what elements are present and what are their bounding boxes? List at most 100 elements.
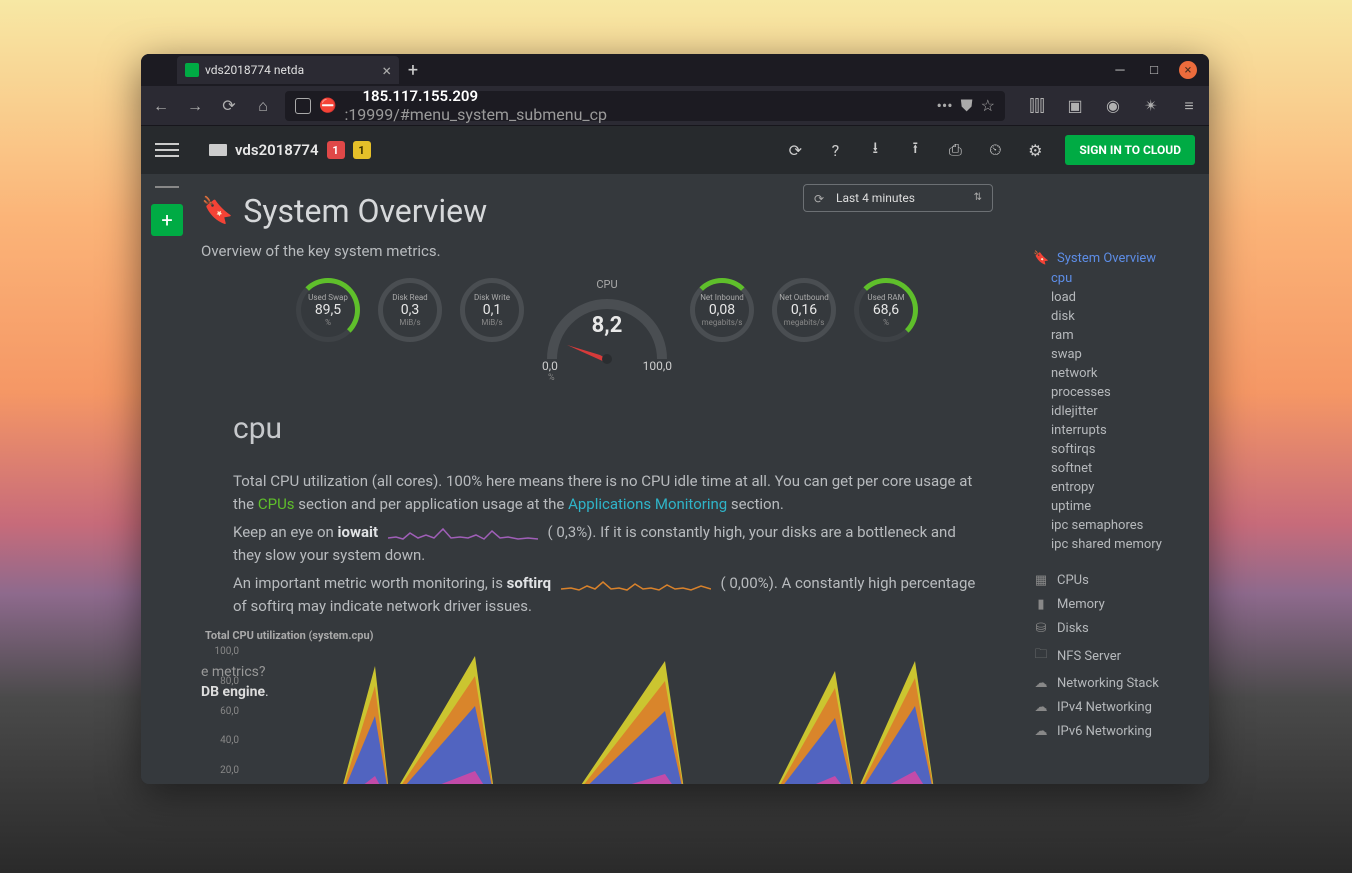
download-icon[interactable]: ⭳	[865, 140, 885, 160]
sidebar-sub-network[interactable]: network	[1029, 364, 1201, 383]
sidebar-sub-softnet[interactable]: softnet	[1029, 459, 1201, 478]
sidebar-sub-ipc-shm[interactable]: ipc shared memory	[1029, 535, 1201, 554]
sidebar-icon[interactable]: ▣	[1063, 94, 1087, 118]
reload-button[interactable]: ⟳	[217, 94, 241, 118]
sidebar-sub-interrupts[interactable]: interrupts	[1029, 421, 1201, 440]
gauge-net-in[interactable]: Net Inbound0,08megabits/s	[690, 278, 754, 342]
sidebar-item-system-overview[interactable]: 🔖System Overview	[1029, 248, 1201, 269]
sidebar-sub-load[interactable]: load	[1029, 288, 1201, 307]
insecure-icon[interactable]: ⛔	[319, 98, 336, 114]
sidebar-sub-swap[interactable]: swap	[1029, 345, 1201, 364]
host-icon	[209, 144, 227, 156]
window-controls: ─ □ ×	[1111, 61, 1209, 79]
sidebar-sub-softirqs[interactable]: softirqs	[1029, 440, 1201, 459]
alert-badge-warning[interactable]: 1	[353, 141, 371, 159]
app-topbar: vds2018774 1 1 ⟳ ? ⭳ ⭱ ⎙ ⏲ ⚙ SIGN IN TO …	[141, 126, 1209, 174]
new-tab-button[interactable]: +	[399, 56, 427, 84]
alarm-icon[interactable]: ⏲	[985, 140, 1005, 160]
toolbar-extensions: ⫿⫿⫿ ▣ ◉ ✴ ≡	[1015, 94, 1201, 118]
gauge-net-out[interactable]: Net Outbound0,16megabits/s	[772, 278, 836, 342]
tab-close-icon[interactable]: ×	[382, 61, 391, 80]
right-sidebar: 🔖System Overview cpu load disk ram swap …	[1021, 174, 1209, 784]
overlay-frag1: e metrics?	[201, 664, 266, 680]
forward-button[interactable]: →	[183, 94, 207, 118]
cloud-icon: ☁	[1033, 700, 1049, 715]
cloud-icon: ☁	[1033, 724, 1049, 739]
sidebar-item-ipv6[interactable]: ☁IPv6 Networking	[1029, 721, 1201, 742]
sidebar-sub-ipc-sem[interactable]: ipc semaphores	[1029, 516, 1201, 535]
sidebar-item-disks[interactable]: ⛁Disks	[1029, 618, 1201, 639]
gauge-ram[interactable]: Used RAM68,6%	[854, 278, 918, 342]
page-actions-icon[interactable]: •••	[936, 96, 952, 115]
sidebar-item-ipv4[interactable]: ☁IPv4 Networking	[1029, 697, 1201, 718]
sidebar-sub-entropy[interactable]: entropy	[1029, 478, 1201, 497]
sidebar-sub-cpu[interactable]: cpu	[1029, 269, 1201, 288]
browser-window: vds2018774 netda × + ─ □ × ← → ⟳ ⌂ ⛔ 185…	[141, 54, 1209, 784]
bookmark-icon[interactable]: ☆	[981, 96, 995, 115]
sidebar-sub-processes[interactable]: processes	[1029, 383, 1201, 402]
main-column: vds2018774 1 1 ⟳ ? ⭳ ⭱ ⎙ ⏲ ⚙ SIGN IN TO …	[193, 126, 1209, 784]
alert-badge-critical[interactable]: 1	[327, 141, 345, 159]
sidebar-item-net-stack[interactable]: ☁Networking Stack	[1029, 673, 1201, 694]
softirq-sparkline-icon	[561, 576, 711, 592]
gauge-disk-read[interactable]: Disk Read0,3MiB/s	[378, 278, 442, 342]
sidebar-item-nfs[interactable]: 🗀NFS Server	[1029, 642, 1201, 670]
window-maximize-icon[interactable]: □	[1145, 61, 1163, 79]
cpu-desc-2: Keep an eye on iowait ( 0,3%). If it is …	[193, 515, 1021, 566]
sidebar-sub-disk[interactable]: disk	[1029, 307, 1201, 326]
window-close-icon[interactable]: ×	[1179, 61, 1197, 79]
left-rail: +	[141, 126, 193, 784]
help-icon[interactable]: ?	[825, 140, 845, 160]
menu-icon[interactable]: ≡	[1177, 94, 1201, 118]
refresh-icon[interactable]: ⟳	[785, 140, 805, 160]
bookmark-icon: 🔖	[201, 196, 233, 226]
sidebar-sub-ram[interactable]: ram	[1029, 326, 1201, 345]
cpus-link[interactable]: CPUs	[258, 495, 295, 513]
url-text: 185.117.155.209:19999/#menu_system_subme…	[344, 87, 928, 124]
rail-add-button[interactable]: +	[151, 204, 183, 236]
favicon-icon	[185, 63, 199, 77]
gauge-cpu-label: CPU	[596, 278, 617, 291]
gauge-swap[interactable]: Used Swap89,5%	[296, 278, 360, 342]
home-button[interactable]: ⌂	[251, 94, 275, 118]
apps-link[interactable]: Applications Monitoring	[568, 495, 727, 513]
gauge-cpu[interactable]: CPU 8,2 0,0100,0 %	[542, 278, 672, 383]
gauge-cpu-value: 8,2	[542, 313, 672, 338]
rail-divider	[155, 186, 179, 188]
back-button[interactable]: ←	[149, 94, 173, 118]
grid-icon: ▦	[1033, 573, 1049, 588]
pocket-icon[interactable]: ⛊	[961, 96, 973, 116]
account-icon[interactable]: ◉	[1101, 94, 1125, 118]
print-icon[interactable]: ⎙	[945, 140, 965, 160]
tab-bar: vds2018774 netda × + ─ □ ×	[141, 54, 1209, 86]
window-minimize-icon[interactable]: ─	[1111, 61, 1129, 79]
timerange-select[interactable]: Last 4 minutes	[803, 184, 993, 212]
address-bar[interactable]: ⛔ 185.117.155.209:19999/#menu_system_sub…	[285, 91, 1005, 121]
cpu-chart[interactable]: 100,080,060,040,020,00,0 21:47:3021:48:0…	[205, 646, 1021, 784]
tab-title: vds2018774 netda	[205, 63, 376, 77]
settings-icon[interactable]: ⚙	[1025, 140, 1045, 160]
cpu-desc-1: Total CPU utilization (all cores). 100% …	[193, 446, 1021, 515]
browser-tab[interactable]: vds2018774 netda ×	[177, 56, 399, 84]
body-column: Last 4 minutes 🔖 System Overview Overvie…	[193, 174, 1021, 784]
chip-icon: ▮	[1033, 597, 1049, 612]
sidebar-item-cpus[interactable]: ▦CPUs	[1029, 570, 1201, 591]
sidebar-sub-uptime[interactable]: uptime	[1029, 497, 1201, 516]
upload-icon[interactable]: ⭱	[905, 140, 925, 160]
extension-icon[interactable]: ✴	[1139, 94, 1163, 118]
cloud-icon: ☁	[1033, 676, 1049, 691]
page-title: System Overview	[243, 192, 487, 230]
sidebar-item-memory[interactable]: ▮Memory	[1029, 594, 1201, 615]
shield-icon[interactable]	[295, 98, 311, 114]
signin-button[interactable]: SIGN IN TO CLOUD	[1065, 135, 1195, 165]
sidebar-sub-idlejitter[interactable]: idlejitter	[1029, 402, 1201, 421]
page-subtitle: Overview of the key system metrics.	[193, 242, 1021, 260]
host-label[interactable]: vds2018774 1 1	[209, 141, 371, 159]
section-title: cpu	[193, 383, 1021, 446]
hamburger-button[interactable]	[155, 138, 179, 162]
overlay-frag2: DB engine.	[201, 684, 269, 700]
host-name: vds2018774	[235, 141, 319, 159]
library-icon[interactable]: ⫿⫿⫿	[1025, 94, 1049, 118]
gauge-disk-write[interactable]: Disk Write0,1MiB/s	[460, 278, 524, 342]
page-content: + vds2018774 1 1 ⟳ ? ⭳ ⭱ ⎙ ⏲ ⚙	[141, 126, 1209, 784]
